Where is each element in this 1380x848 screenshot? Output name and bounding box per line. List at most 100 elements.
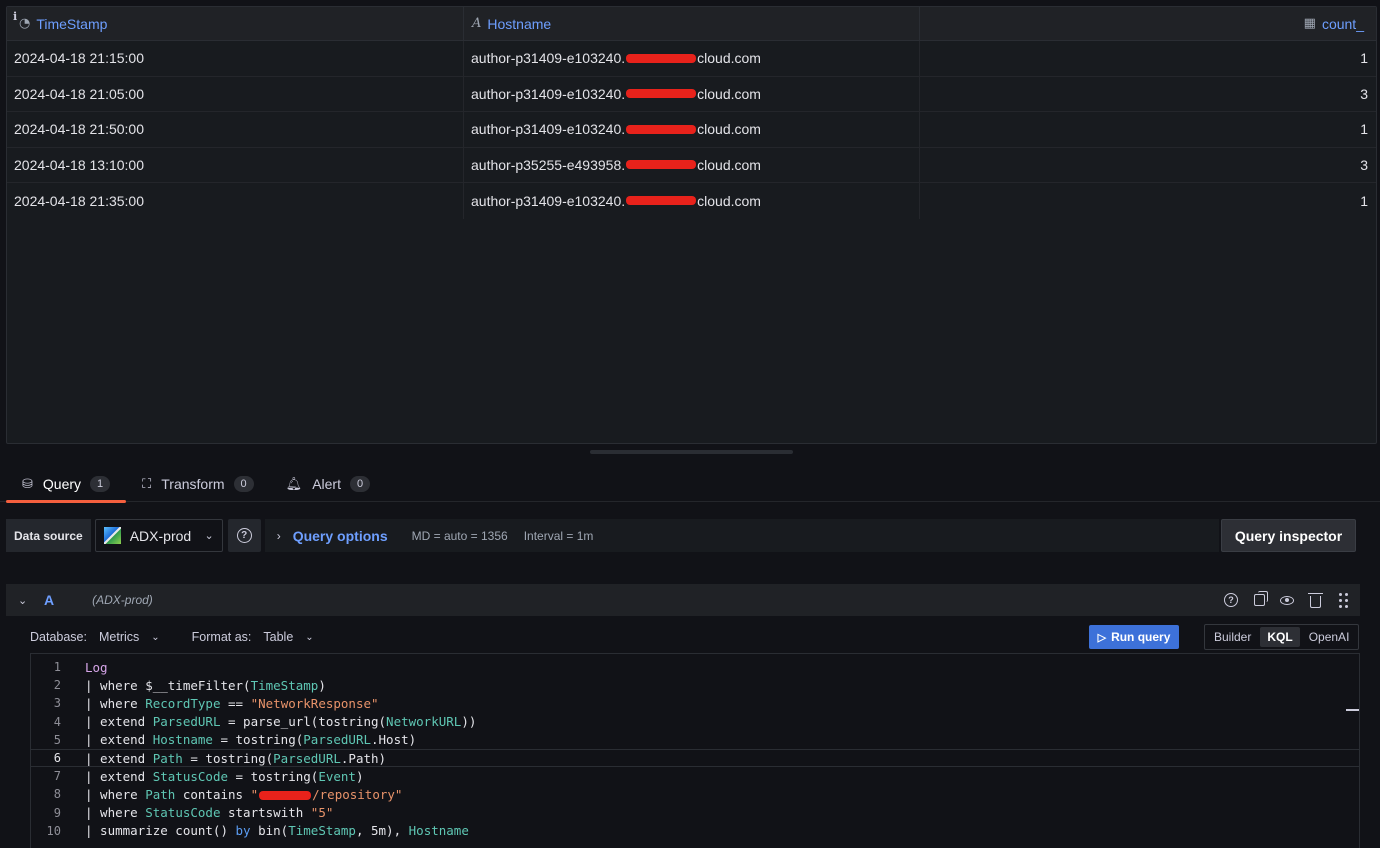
play-icon: ▷: [1097, 631, 1107, 644]
code-token: StatusCode: [152, 768, 228, 784]
drag-handle-icon[interactable]: [1336, 592, 1350, 608]
info-icon[interactable]: i: [13, 10, 17, 23]
text-type-icon: A: [472, 16, 482, 31]
query-inspector-button[interactable]: Query inspector: [1221, 519, 1356, 552]
code-token: TimeStamp: [288, 823, 356, 839]
query-row-header: ⌄ A (ADX-prod) ?: [6, 584, 1360, 616]
cell-timestamp: 2024-04-18 21:35:00: [14, 192, 144, 209]
code-line: 4 | extend ParsedURL = parse_url(tostrin…: [31, 713, 1359, 731]
database-select[interactable]: Metrics: [99, 630, 139, 644]
run-query-button[interactable]: ▷ Run query: [1089, 625, 1179, 649]
duplicate-icon[interactable]: [1252, 591, 1268, 607]
code-token: RecordType: [145, 695, 221, 711]
code-token: .Host): [371, 732, 417, 748]
code-token: ): [318, 677, 326, 693]
table-header: ◔ TimeStamp A Hostname ▦ count_: [7, 7, 1376, 41]
table-row[interactable]: 2024-04-18 21:35:00 author-p31409-e10324…: [7, 183, 1376, 219]
cell-hostname: author-p31409-e103240. cloud.com: [463, 112, 919, 147]
code-token: TimeStamp: [250, 677, 319, 693]
editor-mode-toggle: Builder KQL OpenAI: [1204, 624, 1359, 650]
editor-tabs: ⛁ Query 1 ⛶ Transform 0 🔔︎ Alert 0: [0, 466, 1380, 503]
code-line: 8 | where Path contains " /repository": [31, 785, 1359, 803]
datasource-selected: ADX-prod: [129, 527, 192, 544]
kql-code-editor[interactable]: 1 Log 2 | where $__timeFilter(TimeStamp)…: [30, 653, 1360, 848]
code-line: 9 | where StatusCode startswith "5": [31, 804, 1359, 822]
code-token: | extend: [85, 768, 153, 784]
question-icon: ?: [236, 528, 252, 543]
line-number: 1: [53, 660, 61, 675]
cell-count: 1: [919, 112, 1376, 147]
cell-hostname: author-p35255-e493958. cloud.com: [463, 147, 919, 182]
column-header-timestamp[interactable]: ◔ TimeStamp: [7, 7, 463, 40]
table-row[interactable]: 2024-04-18 21:05:00 author-p31409-e10324…: [7, 76, 1376, 112]
editor-scroll-indicator[interactable]: [1346, 709, 1359, 711]
tab-query[interactable]: ⛁ Query 1: [0, 466, 127, 503]
datasource-bar: Data source ADX-prod ⌄ ? › Query options…: [6, 519, 1356, 552]
hostname-suffix: cloud.com: [697, 121, 761, 138]
line-number: 7: [53, 769, 61, 784]
code-token: ": [250, 786, 259, 802]
chevron-down-icon: ⌄: [204, 530, 214, 542]
chevron-down-icon[interactable]: ⌄: [18, 594, 32, 607]
code-token: ==: [220, 695, 251, 711]
code-token: ParsedURL: [273, 750, 341, 766]
hostname-suffix: cloud.com: [697, 85, 761, 102]
format-select[interactable]: Table: [263, 630, 293, 644]
redaction-mark: [626, 196, 697, 206]
cell-hostname: author-p31409-e103240. cloud.com: [463, 183, 919, 219]
panel-resize-handle[interactable]: [590, 450, 793, 454]
code-token: ParsedURL: [152, 714, 221, 730]
code-token: StatusCode: [145, 805, 221, 821]
code-line: 5 | extend Hostname = tostring(ParsedURL…: [31, 731, 1359, 749]
code-token: ParsedURL: [303, 732, 371, 748]
line-number: 4: [53, 714, 61, 729]
code-token: = tostring(: [228, 768, 319, 784]
code-token: | summarize count(): [85, 823, 236, 839]
bell-icon: 🔔︎: [285, 476, 303, 491]
tab-count-badge: 0: [233, 476, 254, 492]
code-token: "NetworkResponse": [250, 695, 379, 711]
datasource-label: Data source: [6, 519, 91, 552]
code-token: Path: [152, 750, 183, 766]
hostname-prefix: author-p31409-e103240.: [471, 192, 626, 209]
cell-count: 3: [919, 147, 1376, 182]
table-row[interactable]: 2024-04-18 21:50:00 author-p31409-e10324…: [7, 112, 1376, 148]
datasource-help-button[interactable]: ?: [227, 519, 261, 552]
redaction-mark: [626, 89, 697, 99]
column-label: TimeStamp: [36, 15, 108, 32]
column-header-hostname[interactable]: A Hostname: [463, 7, 919, 40]
trash-icon[interactable]: [1307, 592, 1323, 608]
database-label: Database:: [30, 630, 87, 644]
redaction-mark: [259, 790, 312, 800]
column-header-count[interactable]: ▦ count_: [919, 7, 1376, 40]
code-token: | where: [85, 786, 146, 802]
tab-label: Transform: [161, 476, 225, 492]
query-ref-id[interactable]: A: [44, 592, 54, 608]
tab-transform[interactable]: ⛶ Transform 0: [126, 466, 270, 502]
chevron-down-icon[interactable]: ⌄: [151, 632, 159, 643]
hostname-suffix: cloud.com: [697, 192, 761, 209]
query-options-toggle[interactable]: › Query options MD = auto = 1356 Interva…: [264, 519, 1219, 552]
help-icon[interactable]: ?: [1224, 593, 1238, 607]
eye-icon[interactable]: [1280, 593, 1294, 607]
query-row-actions: ?: [1224, 591, 1360, 608]
code-token: | extend: [85, 714, 153, 730]
hostname-suffix: cloud.com: [697, 156, 761, 173]
code-token: .Path): [340, 750, 387, 766]
redaction-mark: [626, 53, 697, 63]
code-token: by: [235, 823, 251, 839]
mode-builder[interactable]: Builder: [1207, 627, 1258, 647]
mode-kql[interactable]: KQL: [1260, 627, 1300, 647]
table-row[interactable]: 2024-04-18 21:15:00 author-p31409-e10324…: [7, 41, 1376, 77]
hostname-prefix: author-p31409-e103240.: [471, 85, 626, 102]
code-token: Hostname: [152, 732, 213, 748]
datasource-picker[interactable]: ADX-prod ⌄: [94, 519, 223, 552]
redaction-mark: [626, 124, 697, 134]
tab-alert[interactable]: 🔔︎ Alert 0: [270, 466, 386, 502]
cell-hostname: author-p31409-e103240. cloud.com: [463, 41, 919, 76]
chevron-down-icon[interactable]: ⌄: [305, 632, 313, 643]
code-token: contains: [175, 786, 251, 802]
table-row[interactable]: 2024-04-18 13:10:00 author-p35255-e49395…: [7, 147, 1376, 183]
mode-openai[interactable]: OpenAI: [1302, 627, 1357, 647]
code-token: | extend: [85, 750, 153, 766]
